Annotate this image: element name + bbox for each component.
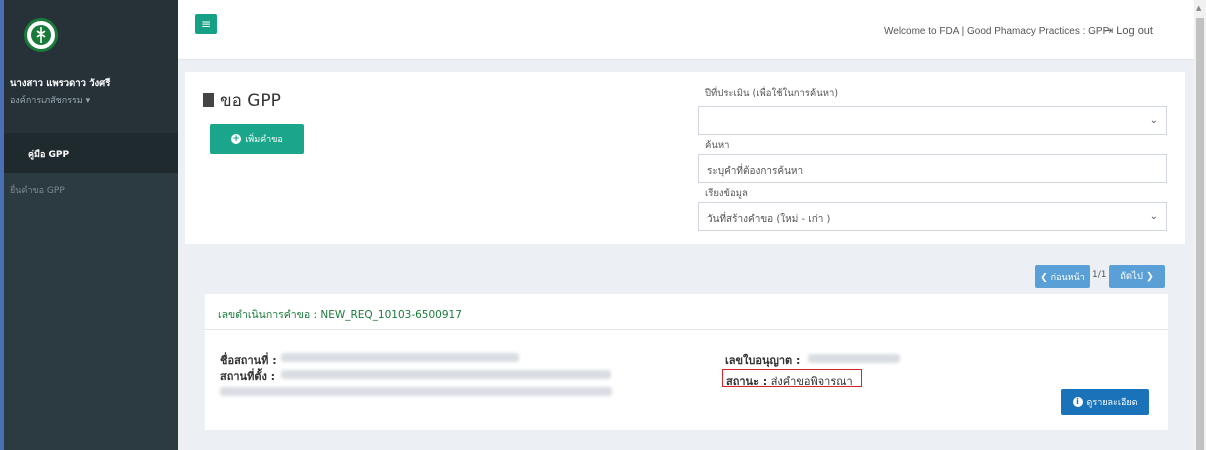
search-input[interactable]: ระบุคำที่ต้องการค้นหา [698,154,1167,183]
add-request-label: เพิ่มคำขอ [245,135,283,145]
location-value-redacted-2 [220,387,612,396]
topbar: ≡ Welcome to FDA | Good Phamacy Practice… [178,0,1194,60]
location-value-redacted [281,370,611,379]
page-title-text: ขอ GPP [220,91,281,111]
user-org-dropdown[interactable]: องค์การเภสัชกรรม ▾ [10,93,90,107]
sort-select[interactable]: วันที่สร้างคำขอ (ใหม่ - เก่า ) ⌄ [698,202,1167,231]
search-panel: ขอ GPP + เพิ่มคำขอ ปีที่ประเมิน (เพื่อใช… [185,72,1185,244]
sidebar-item-submit-gpp[interactable]: ยื่นคำขอ GPP [10,183,65,197]
add-request-button[interactable]: + เพิ่มคำขอ [210,124,304,154]
place-name-value-redacted [281,353,519,362]
chevron-down-icon: ⌄ [1149,211,1158,222]
license-value-redacted [808,354,900,363]
logout-link[interactable]: ⇥ Log out [1104,24,1153,37]
sort-label: เรียงข้อมูล [705,188,748,199]
welcome-text: Welcome to FDA | Good Phamacy Practices … [884,26,1110,37]
info-icon: i [1072,397,1083,407]
status-value: ส่งคำขอพิจารณา [770,375,853,388]
sidebar: นางสาว แพรวดาว วังศรี องค์การเภสัชกรรม ▾… [0,0,178,450]
request-card-header: เลขดำเนินการคำขอ : NEW_REQ_10103-6500917 [205,294,1168,330]
chevron-down-icon: ⌄ [1149,115,1158,126]
view-detail-label: ดูรายละเอียด [1086,398,1138,408]
license-label: เลขใบอนุญาต : [725,354,801,367]
location-label: สถานที่ตั้ง : [220,370,276,383]
year-select[interactable]: ⌄ [698,106,1167,135]
view-detail-button[interactable]: i ดูรายละเอียด [1061,389,1149,415]
pager-prev-button[interactable]: ❮ ก่อนหน้า [1035,265,1090,288]
status-text: สถานะ : ส่งคำขอพิจารณา [726,372,853,390]
search-label: ค้นหา [705,140,730,151]
fda-logo-icon [24,18,58,52]
page-title: ขอ GPP [203,87,281,114]
logout-label: Log out [1116,25,1153,37]
page-scrollbar[interactable]: ▲ [1194,0,1206,450]
year-label: ปีที่ประเมิน (เพื่อใช้ในการค้นหา) [705,88,839,99]
sidebar-header: นางสาว แพรวดาว วังศรี องค์การเภสัชกรรม ▾ [4,0,178,133]
user-name[interactable]: นางสาว แพรวดาว วังศรี [10,76,110,91]
sort-value: วันที่สร้างคำขอ (ใหม่ - เก่า ) [707,214,831,225]
sidebar-item-label[interactable]: คู่มือ GPP [28,147,69,161]
pager-next-button[interactable]: ถัดไป ❯ [1109,265,1165,288]
scroll-up-icon[interactable]: ▲ [1196,4,1201,12]
document-icon [203,93,214,107]
status-label: สถานะ : [726,375,768,388]
menu-toggle-button[interactable]: ≡ [195,14,217,34]
pager-page-indicator: 1/1 [1092,270,1107,280]
request-number: เลขดำเนินการคำขอ : NEW_REQ_10103-6500917 [218,309,462,321]
logout-icon: ⇥ [1104,25,1117,37]
plus-circle-icon: + [231,134,242,144]
request-card: เลขดำเนินการคำขอ : NEW_REQ_10103-6500917… [205,294,1168,430]
scroll-thumb[interactable] [1196,18,1204,450]
main-content: ≡ Welcome to FDA | Good Phamacy Practice… [178,0,1194,450]
